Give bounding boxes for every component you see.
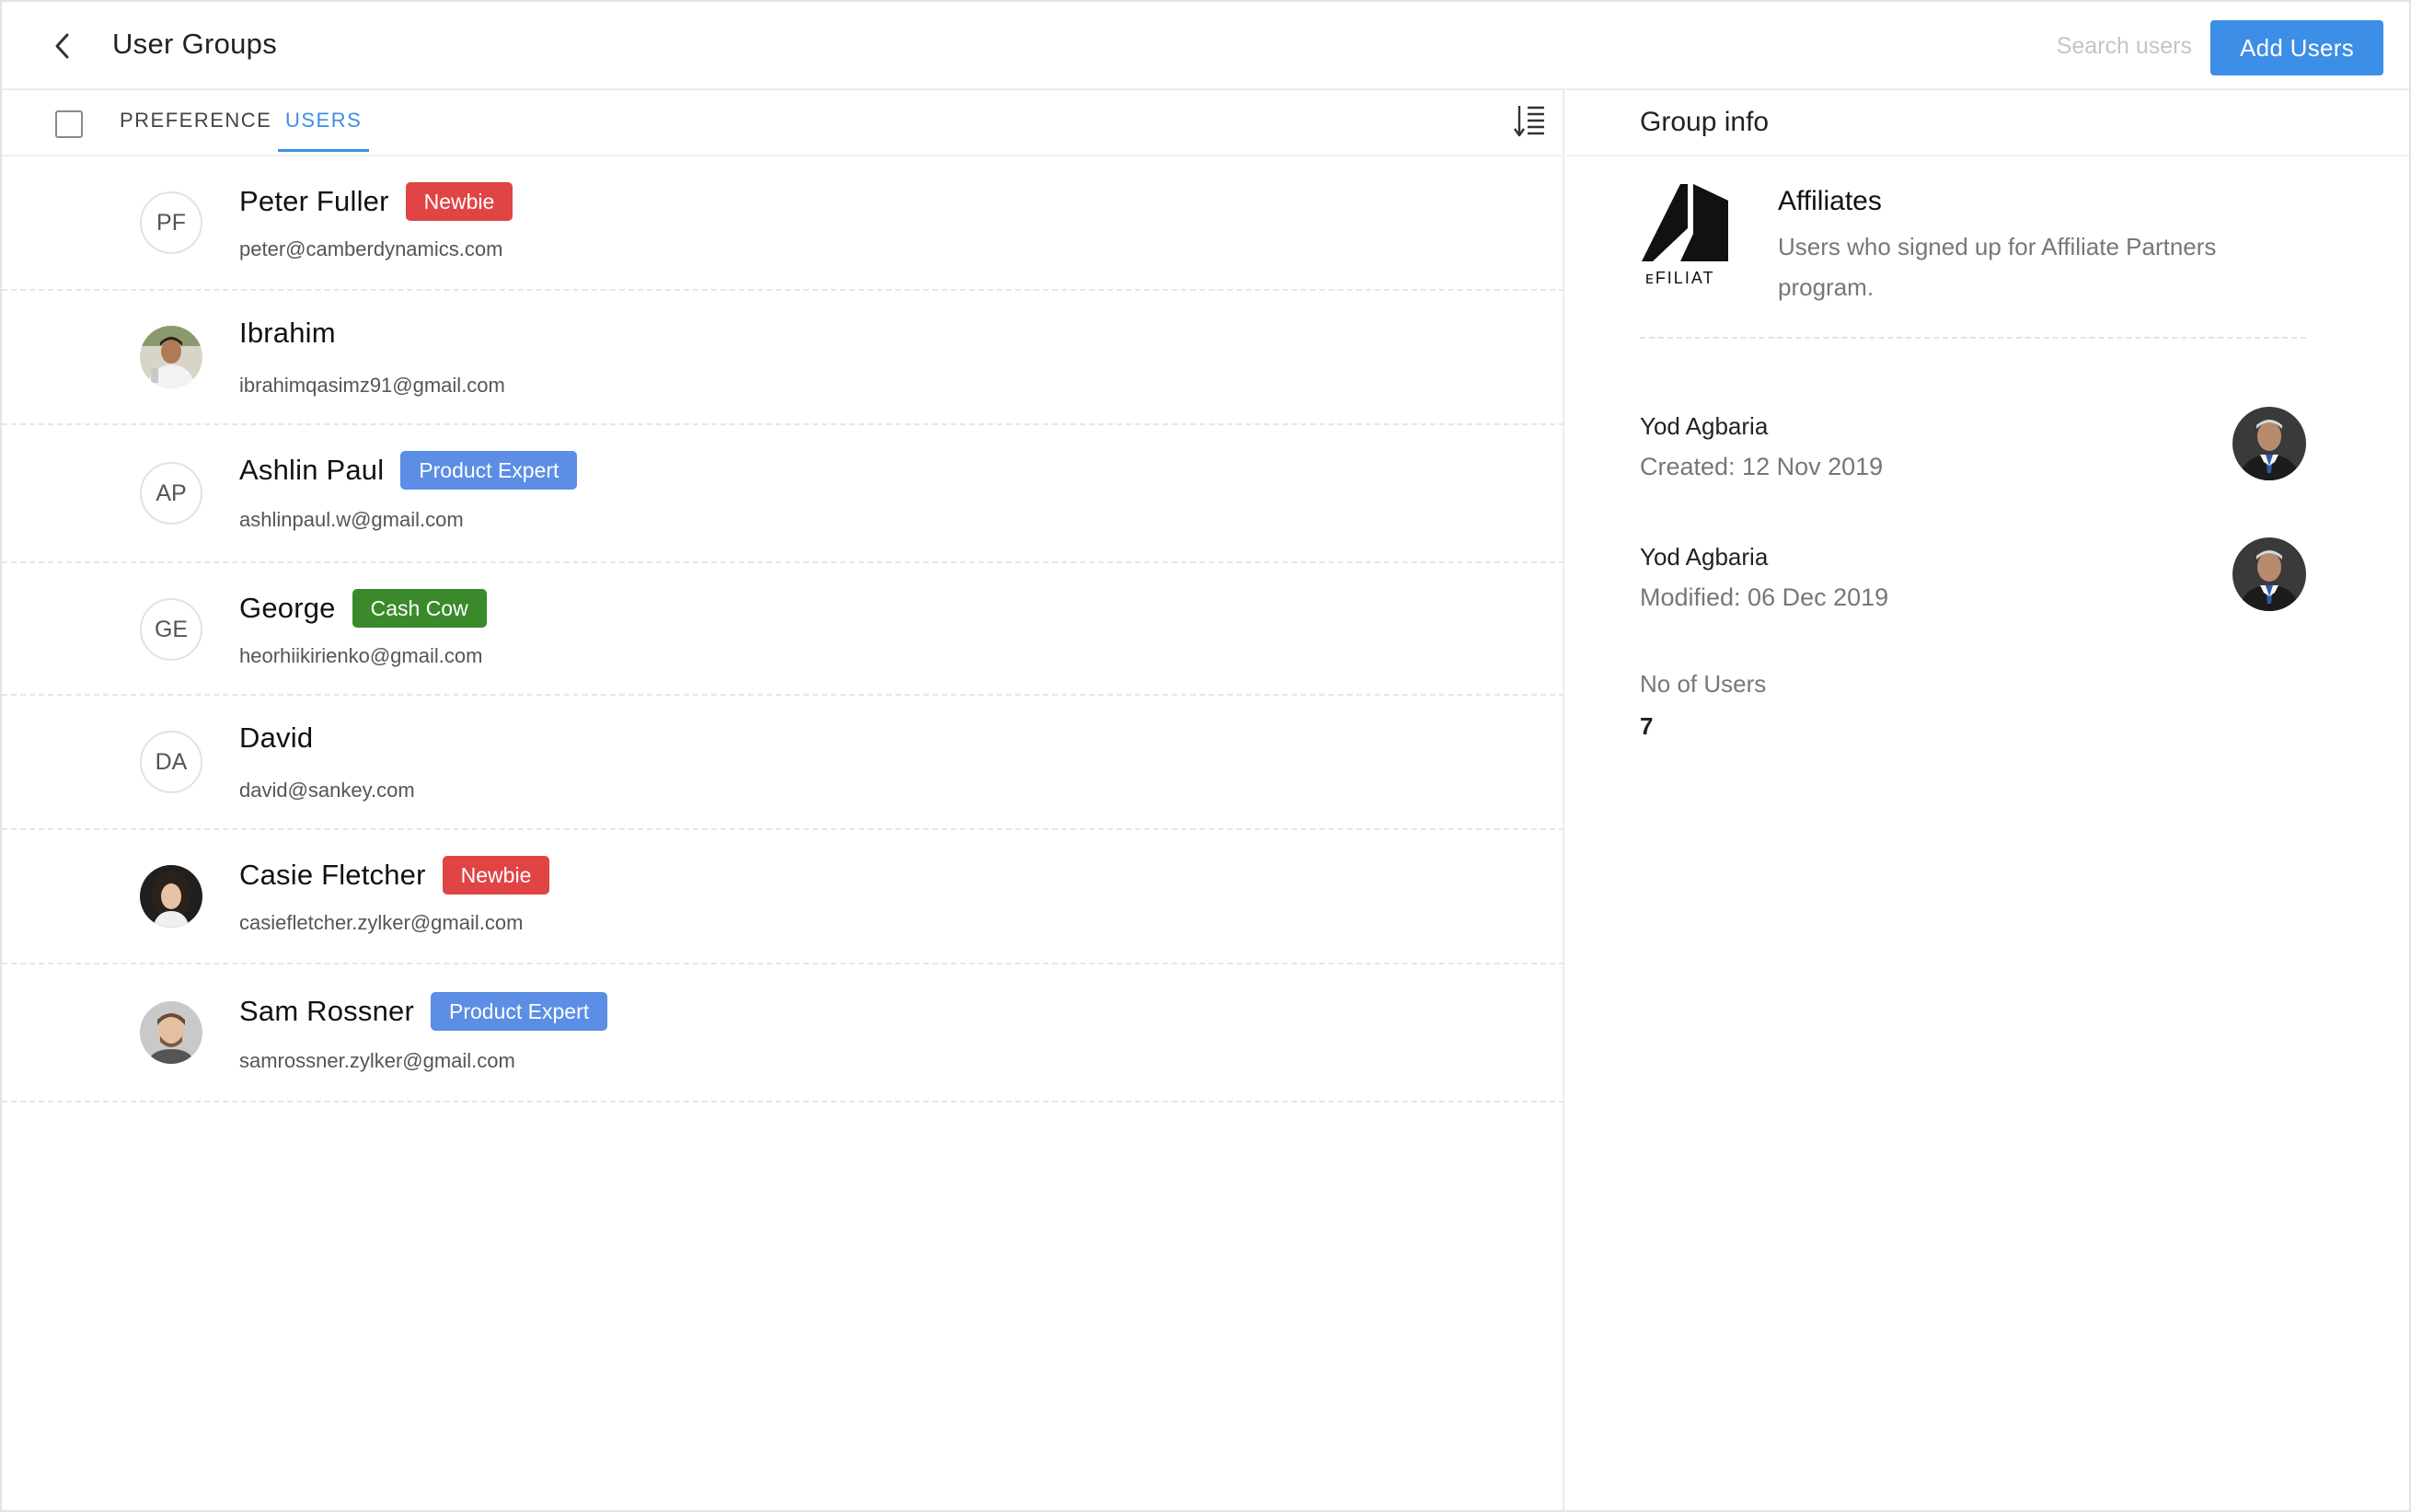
user-photo-icon xyxy=(2232,407,2306,480)
users-panel: PREFERENCE USERS PF Peter Fuller Newbie … xyxy=(2,90,1564,1512)
user-row-sam-rossner[interactable]: Sam Rossner Product Expert samrossner.zy… xyxy=(2,964,1564,1102)
group-logo: ᴇFILIAT xyxy=(1640,182,1736,289)
name-line: David xyxy=(239,721,313,755)
user-row-casie-fletcher[interactable]: Casie Fletcher Newbie casiefletcher.zylk… xyxy=(2,830,1564,964)
sort-button[interactable] xyxy=(1513,103,1546,140)
user-name: Peter Fuller xyxy=(239,185,389,217)
user-name: David xyxy=(239,721,314,754)
avatar xyxy=(2232,537,2306,611)
name-line: Ibrahim xyxy=(239,317,336,350)
user-email: ibrahimqasimz91@gmail.com xyxy=(239,374,505,397)
status-badge: Product Expert xyxy=(400,451,578,490)
avatar xyxy=(140,865,202,928)
tabs-bar: PREFERENCE USERS xyxy=(2,90,1564,156)
avatar xyxy=(140,1001,202,1064)
user-name: Ibrahim xyxy=(239,317,336,349)
group-info-title: Group info xyxy=(1640,107,1770,137)
user-email: casiefletcher.zylker@gmail.com xyxy=(239,911,524,934)
avatar: GE xyxy=(140,598,202,661)
name-line: Sam Rossner Product Expert xyxy=(239,992,608,1031)
logo-text: ᴇFILIAT xyxy=(1645,269,1715,287)
select-all-checkbox[interactable] xyxy=(55,110,83,138)
tab-preference[interactable]: PREFERENCE xyxy=(120,109,271,149)
chevron-left-icon xyxy=(55,33,69,59)
user-row-george[interactable]: GE George Cash Cow heorhiikirienko@gmail… xyxy=(2,563,1564,696)
name-line: Casie Fletcher Newbie xyxy=(239,856,550,895)
user-photo-icon xyxy=(140,1001,202,1064)
add-users-button[interactable]: Add Users xyxy=(2210,20,2383,75)
group-description: Users who signed up for Affiliate Partne… xyxy=(1778,233,2217,301)
page-title: User Groups xyxy=(112,28,278,60)
user-email: samrossner.zylker@gmail.com xyxy=(239,1049,515,1072)
avatar xyxy=(2232,407,2306,480)
sort-icon xyxy=(1514,106,1544,137)
user-photo-icon xyxy=(140,326,202,388)
user-email: peter@camberdynamics.com xyxy=(239,237,503,260)
user-email: heorhiikirienko@gmail.com xyxy=(239,644,483,667)
status-badge: Newbie xyxy=(405,182,513,221)
status-badge: Newbie xyxy=(442,856,550,895)
group-info-panel: Group info ᴇFILIAT Affiliates Users who … xyxy=(1566,90,2409,1512)
modified-date: Modified: 06 Dec 2019 xyxy=(1640,583,1889,611)
name-line: George Cash Cow xyxy=(239,589,487,628)
user-row-david[interactable]: DA David david@sankey.com xyxy=(2,696,1564,830)
name-line: Peter Fuller Newbie xyxy=(239,182,513,221)
modified-by-name: Yod Agbaria xyxy=(1640,543,1769,571)
name-line: Ashlin Paul Product Expert xyxy=(239,451,578,490)
top-header: User Groups Add Users xyxy=(2,2,2409,90)
created-date: Created: 12 Nov 2019 xyxy=(1640,453,1884,480)
status-badge: Cash Cow xyxy=(352,589,487,628)
user-list: PF Peter Fuller Newbie peter@camberdynam… xyxy=(2,156,1564,1102)
user-row-peter-fuller[interactable]: PF Peter Fuller Newbie peter@camberdynam… xyxy=(2,156,1564,291)
user-email: david@sankey.com xyxy=(239,779,415,802)
user-name: Casie Fletcher xyxy=(239,859,426,891)
group-name: Affiliates xyxy=(1778,186,1882,216)
user-email: ashlinpaul.w@gmail.com xyxy=(239,508,464,531)
avatar: DA xyxy=(140,731,202,793)
avatar xyxy=(140,326,202,388)
user-name: George xyxy=(239,592,336,624)
avatar: PF xyxy=(140,191,202,254)
user-photo-icon xyxy=(140,865,202,928)
app-window: User Groups Add Users PREFERENCE USERS xyxy=(0,0,2411,1512)
status-badge: Product Expert xyxy=(431,992,608,1031)
user-row-ashlin-paul[interactable]: AP Ashlin Paul Product Expert ashlinpaul… xyxy=(2,425,1564,563)
group-info-header: Group info xyxy=(1566,90,2409,156)
group-card: ᴇFILIAT Affiliates Users who signed up f… xyxy=(1640,173,2306,339)
tab-users[interactable]: USERS xyxy=(278,109,370,152)
created-info: Yod Agbaria Created: 12 Nov 2019 xyxy=(1640,407,2306,495)
user-count-value: 7 xyxy=(1640,712,1654,740)
user-name: Sam Rossner xyxy=(239,995,414,1027)
user-photo-icon xyxy=(2232,537,2306,611)
user-name: Ashlin Paul xyxy=(239,454,385,486)
created-by-name: Yod Agbaria xyxy=(1640,412,1769,440)
avatar: AP xyxy=(140,462,202,525)
search-input[interactable] xyxy=(1980,26,2192,66)
user-count-label: No of Users xyxy=(1640,670,1767,698)
modified-info: Yod Agbaria Modified: 06 Dec 2019 xyxy=(1640,537,2306,626)
back-button[interactable] xyxy=(42,26,83,66)
user-row-ibrahim[interactable]: Ibrahim ibrahimqasimz91@gmail.com xyxy=(2,291,1564,425)
